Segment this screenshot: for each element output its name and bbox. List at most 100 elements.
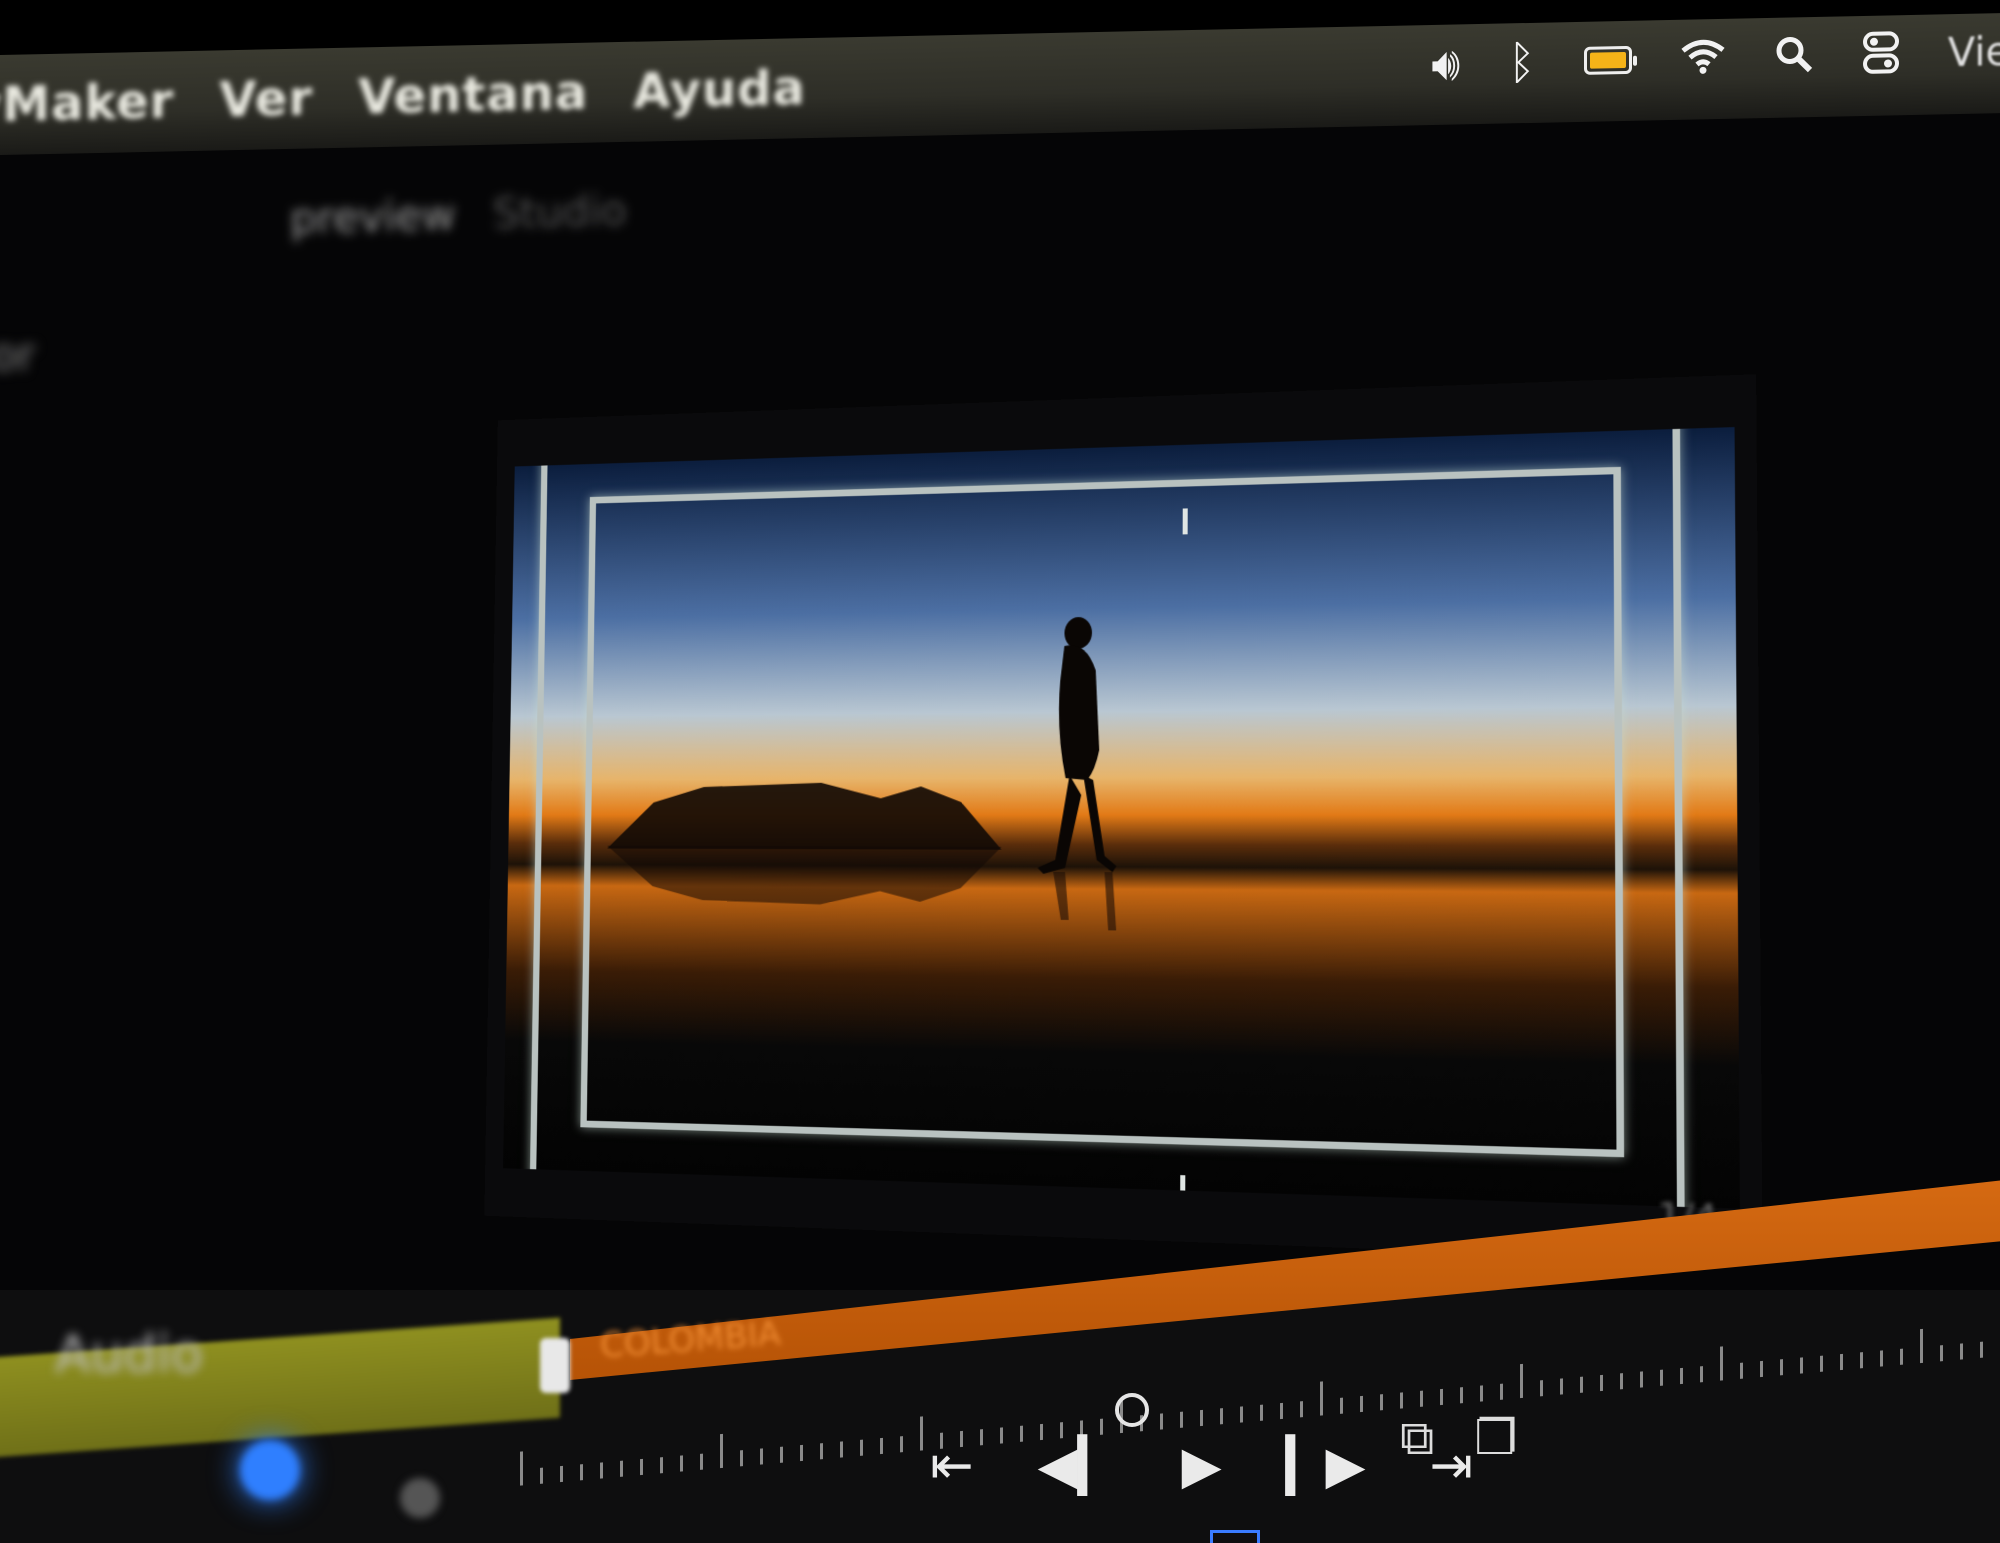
side-panel-label: or <box>0 330 35 381</box>
ruler-tick <box>1720 1346 1723 1380</box>
ruler-tick <box>1760 1361 1763 1377</box>
panel-title-text: preview <box>289 190 456 243</box>
ruler-tick <box>1780 1359 1783 1375</box>
ruler-tick <box>1940 1345 1943 1361</box>
ruler-tick <box>780 1447 783 1463</box>
panel-subtitle: Studio <box>492 186 627 238</box>
ruler-tick <box>1260 1405 1263 1421</box>
ruler-tick <box>1840 1354 1843 1370</box>
ruler-tick <box>1100 1419 1103 1435</box>
ruler-tick <box>640 1459 643 1475</box>
ruler-tick <box>1360 1396 1363 1412</box>
ruler-tick <box>580 1464 583 1480</box>
ruler-tick <box>1800 1357 1803 1373</box>
volume-icon[interactable]: 🔊︎ <box>1431 40 1460 87</box>
ruler-tick <box>680 1455 683 1471</box>
menu-left: yMaker Ver Ventana Ayuda <box>0 60 806 134</box>
ruler-tick <box>540 1468 543 1484</box>
ruler-tick <box>1440 1389 1443 1405</box>
ruler-tick <box>720 1434 723 1468</box>
battery-icon[interactable] <box>1584 46 1632 75</box>
ruler-tick <box>1200 1410 1203 1426</box>
ruler-tick <box>520 1451 523 1485</box>
title-safe-guide <box>580 467 1624 1157</box>
track-selector-icon[interactable] <box>1210 1530 1260 1543</box>
ruler-tick <box>860 1440 863 1456</box>
ruler-tick <box>1180 1412 1183 1428</box>
control-center-icon[interactable] <box>1862 30 1900 79</box>
ruler-tick <box>900 1436 903 1452</box>
go-to-start-button[interactable]: ⇤ <box>930 1440 974 1492</box>
ruler-tick <box>1280 1403 1283 1419</box>
ruler-tick <box>1080 1420 1083 1436</box>
ruler-tick <box>1320 1381 1323 1415</box>
ruler-tick <box>1300 1401 1303 1417</box>
playhead[interactable] <box>1115 1393 1149 1427</box>
ruler-tick <box>1620 1373 1623 1389</box>
ruler-tick <box>1540 1380 1543 1396</box>
ruler-tick <box>620 1461 623 1477</box>
step-forward-button[interactable]: ▎▶ <box>1286 1440 1366 1492</box>
ruler-tick <box>800 1445 803 1461</box>
audio-track-label: Audio <box>55 1325 203 1385</box>
video-viewer[interactable]: 1/4 <box>484 374 1762 1263</box>
timeline-scroll-knob[interactable] <box>400 1478 440 1518</box>
ruler-tick <box>1820 1356 1823 1372</box>
ruler-tick <box>1660 1370 1663 1386</box>
menu-item-help[interactable]: Ayuda <box>633 60 806 120</box>
menu-status-area: 🔊︎ ᛒ Vie <box>1431 28 2000 88</box>
ruler-tick <box>1220 1408 1223 1424</box>
ruler-tick <box>1500 1384 1503 1400</box>
ruler-tick <box>1560 1378 1563 1394</box>
ruler-tick <box>600 1462 603 1478</box>
ruler-tick <box>1740 1363 1743 1379</box>
ruler-tick <box>700 1454 703 1470</box>
guide-tick-top <box>1183 508 1188 534</box>
guide-tick-bottom <box>1180 1175 1185 1202</box>
menu-item-window[interactable]: Ventana <box>358 65 588 126</box>
ruler-tick <box>760 1448 763 1464</box>
battery-level <box>1590 52 1626 69</box>
ruler-tick <box>1380 1394 1383 1410</box>
ruler-tick <box>1860 1352 1863 1368</box>
search-icon[interactable] <box>1774 34 1814 79</box>
wifi-icon[interactable] <box>1680 38 1726 79</box>
menu-app-name[interactable]: yMaker <box>0 73 174 133</box>
ruler-tick <box>740 1450 743 1466</box>
ruler-tick <box>1980 1342 1983 1358</box>
ruler-tick <box>920 1416 923 1450</box>
ruler-tick <box>1700 1366 1703 1382</box>
ruler-tick <box>1240 1406 1243 1422</box>
transport-controls: ⇤ ◀▎ ▶ ▎▶ ⇥ <box>930 1440 1473 1492</box>
ruler-tick <box>840 1441 843 1457</box>
menu-item-view[interactable]: Ver <box>219 70 313 128</box>
ruler-tick <box>880 1438 883 1454</box>
ruler-tick <box>1600 1375 1603 1391</box>
play-button[interactable]: ▶ <box>1182 1440 1222 1492</box>
ruler-tick <box>1640 1371 1643 1387</box>
ruler-tick <box>1480 1385 1483 1401</box>
ruler-tick <box>820 1443 823 1459</box>
ruler-tick <box>1900 1349 1903 1365</box>
ruler-tick <box>1920 1329 1923 1363</box>
ruler-tick <box>1160 1413 1163 1429</box>
ruler-tick <box>1420 1391 1423 1407</box>
ruler-tick <box>1460 1387 1463 1403</box>
ruler-tick <box>1400 1392 1403 1408</box>
ruler-tick <box>1520 1364 1523 1398</box>
timeline-zoom-thumb[interactable] <box>240 1440 300 1500</box>
panel-title: preview Studio <box>289 186 627 244</box>
bluetooth-icon[interactable]: ᛒ <box>1508 39 1536 86</box>
ruler-tick <box>1880 1350 1883 1366</box>
step-back-button[interactable]: ◀▎ <box>1038 1440 1118 1492</box>
ruler-tick <box>560 1466 563 1482</box>
ruler-tick <box>660 1457 663 1473</box>
overwrite-clip-icon[interactable]: ❐ <box>1474 1410 1517 1467</box>
ruler-tick <box>1340 1398 1343 1414</box>
tool-buttons: ⧉ ❐ <box>1400 1410 1517 1467</box>
ruler-tick <box>1960 1343 1963 1359</box>
menu-clock[interactable]: Vie <box>1948 29 2000 76</box>
insert-clip-icon[interactable]: ⧉ <box>1400 1410 1434 1467</box>
ruler-tick <box>1680 1368 1683 1384</box>
video-frame <box>503 427 1740 1209</box>
